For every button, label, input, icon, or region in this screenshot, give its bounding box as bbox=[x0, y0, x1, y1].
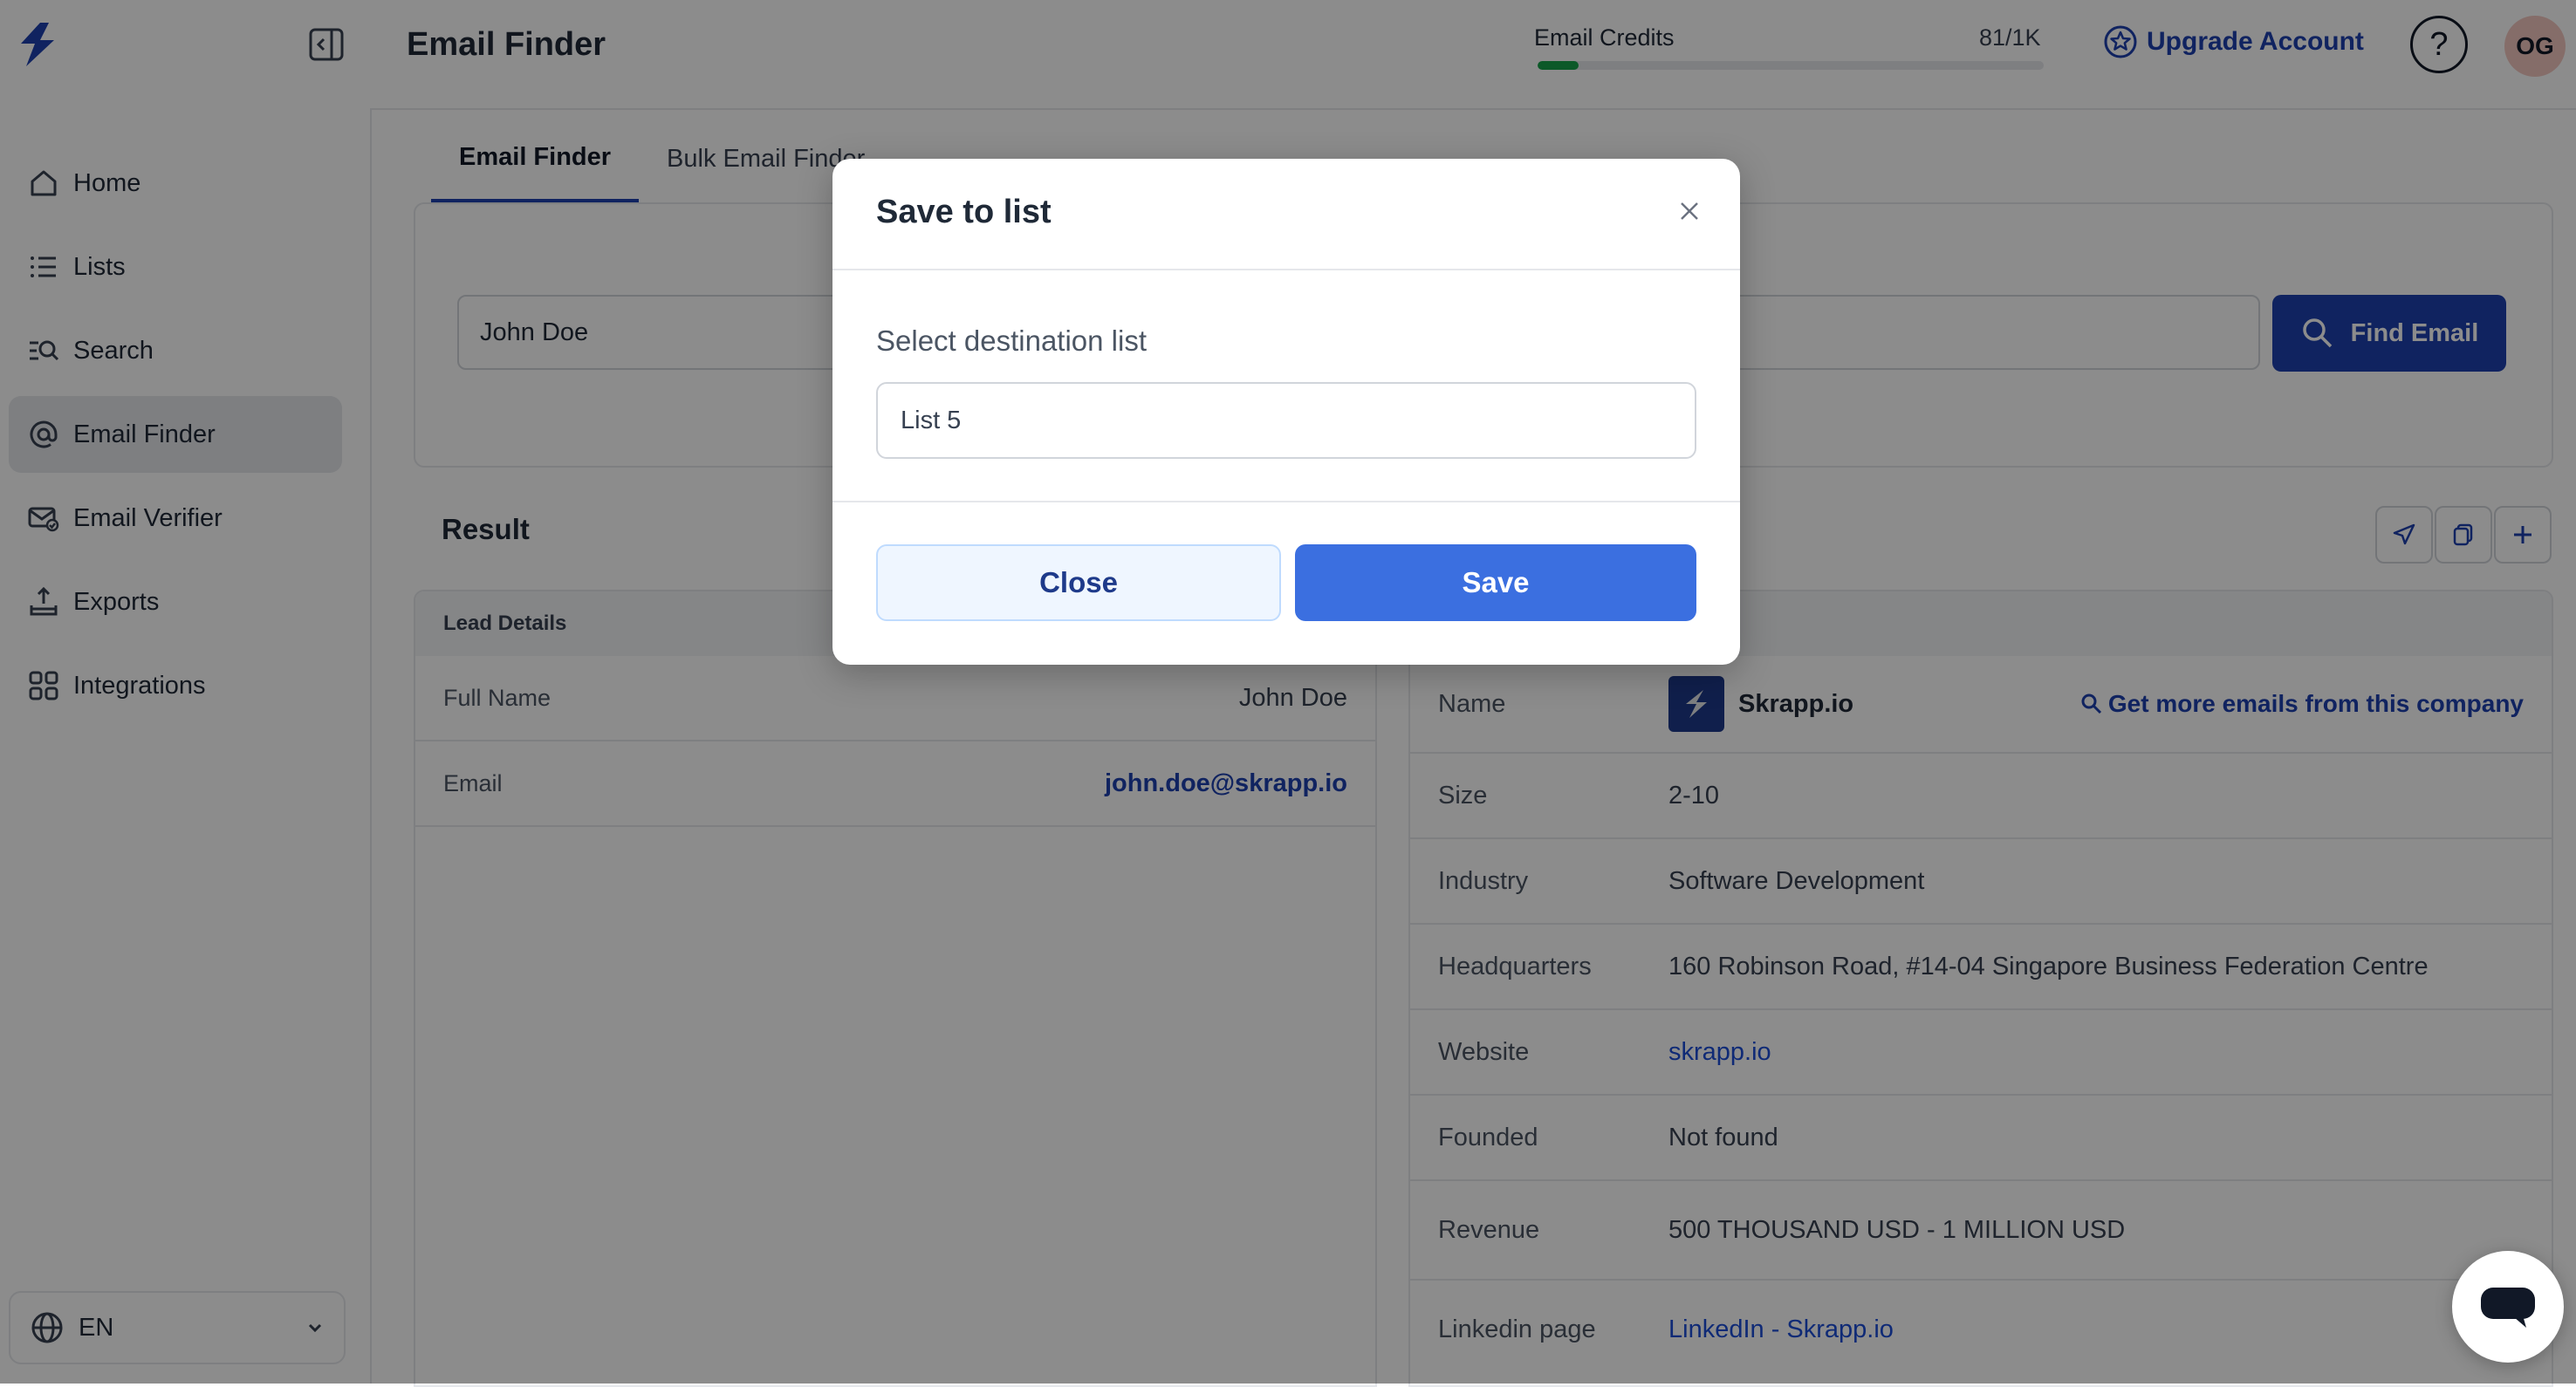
modal-footer: Close Save bbox=[832, 502, 1740, 665]
chat-widget-button[interactable] bbox=[2452, 1251, 2564, 1363]
destination-list-label: Select destination list bbox=[876, 325, 1148, 357]
modal-title: Save to list bbox=[876, 194, 1052, 230]
close-icon[interactable] bbox=[1668, 190, 1710, 232]
save-to-list-modal: Save to list Select destination list Lis… bbox=[832, 159, 1740, 665]
close-button[interactable]: Close bbox=[876, 544, 1281, 621]
modal-body: Select destination list List 5 bbox=[832, 270, 1740, 502]
destination-list-select[interactable]: List 5 bbox=[876, 382, 1696, 459]
modal-header: Save to list bbox=[832, 159, 1740, 270]
save-button[interactable]: Save bbox=[1295, 544, 1696, 621]
chat-icon bbox=[2477, 1281, 2538, 1333]
